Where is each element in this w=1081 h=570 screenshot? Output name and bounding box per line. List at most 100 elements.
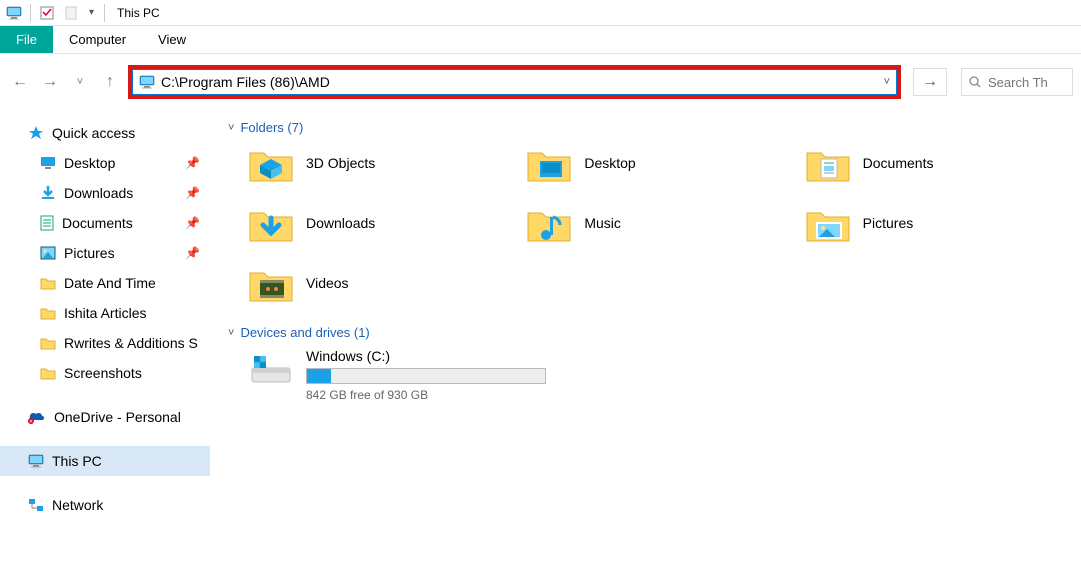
folder-label: Pictures	[863, 215, 914, 231]
sidebar-label: This PC	[52, 453, 102, 469]
folder-icon	[40, 336, 56, 350]
desktop-icon	[40, 156, 56, 170]
pictures-icon	[40, 246, 56, 260]
folder-label: Documents	[863, 155, 934, 171]
folders-group-header[interactable]: ˅ Folders (7)	[228, 120, 1063, 135]
separator	[30, 4, 31, 22]
tab-file[interactable]: File	[0, 26, 53, 53]
sidebar-item-documents[interactable]: Documents 📌	[0, 208, 210, 238]
desktop-folder-icon	[526, 143, 572, 183]
drive-windows-c[interactable]: Windows (C:) 842 GB free of 930 GB	[228, 348, 1063, 402]
group-label: Devices and drives (1)	[240, 325, 369, 340]
sidebar-item-folder[interactable]: Ishita Articles	[0, 298, 210, 328]
sidebar-label: Network	[52, 497, 103, 513]
search-icon	[968, 75, 982, 89]
blank-doc-icon[interactable]	[61, 3, 81, 23]
folder-videos[interactable]: Videos	[248, 263, 506, 303]
pc-icon	[28, 454, 44, 468]
pin-icon: 📌	[185, 216, 200, 230]
recent-dropdown[interactable]: ˅	[68, 70, 92, 94]
folder-label: 3D Objects	[306, 155, 375, 171]
documents-icon	[40, 215, 54, 231]
sidebar-onedrive[interactable]: ✕ OneDrive - Personal	[0, 402, 210, 432]
sidebar-item-pictures[interactable]: Pictures 📌	[0, 238, 210, 268]
dropdown-icon[interactable]: ▾	[89, 7, 94, 18]
drive-icon	[248, 348, 294, 388]
sidebar-label: Quick access	[52, 125, 135, 141]
back-button[interactable]: ←	[8, 70, 32, 94]
tab-view[interactable]: View	[142, 26, 202, 53]
sidebar-item-folder[interactable]: Screenshots	[0, 358, 210, 388]
sidebar-item-folder[interactable]: Date And Time	[0, 268, 210, 298]
drive-name: Windows (C:)	[306, 348, 546, 364]
svg-text:✕: ✕	[29, 419, 33, 424]
sidebar-item-label: Rwrites & Additions S	[64, 335, 198, 351]
drives-group-header[interactable]: ˅ Devices and drives (1)	[228, 325, 1063, 340]
capacity-bar	[306, 368, 546, 384]
videos-folder-icon	[248, 263, 294, 303]
up-button[interactable]: ↑	[98, 70, 122, 94]
sidebar-label: OneDrive - Personal	[54, 409, 181, 425]
sidebar-item-label: Ishita Articles	[64, 305, 146, 321]
forward-button[interactable]: →	[38, 70, 62, 94]
sidebar-item-label: Downloads	[64, 185, 133, 201]
address-bar-row: ← → ˅ ↑ ˅ →	[0, 54, 1081, 110]
sidebar-item-label: Date And Time	[64, 275, 156, 291]
folder-pictures[interactable]: Pictures	[805, 203, 1063, 243]
navigation-pane: Quick access Desktop 📌 Downloads 📌 Docum…	[0, 110, 210, 570]
search-input[interactable]	[988, 75, 1058, 90]
pc-icon	[139, 75, 155, 89]
tab-computer[interactable]: Computer	[53, 26, 142, 53]
folder-3d-objects[interactable]: 3D Objects	[248, 143, 506, 183]
sidebar-item-label: Desktop	[64, 155, 115, 171]
pc-icon[interactable]	[4, 3, 24, 23]
3d-objects-icon	[248, 143, 294, 183]
chevron-down-icon: ˅	[228, 327, 234, 339]
download-icon	[40, 185, 56, 201]
sidebar-item-folder[interactable]: Rwrites & Additions S	[0, 328, 210, 358]
folder-label: Music	[584, 215, 621, 231]
pin-icon: 📌	[185, 246, 200, 260]
title-bar: ▾ This PC	[0, 0, 1081, 26]
address-bar[interactable]: ˅	[132, 69, 897, 95]
chevron-down-icon: ˅	[228, 122, 234, 134]
window-title: This PC	[117, 6, 160, 20]
folder-icon	[40, 276, 56, 290]
sidebar-item-label: Screenshots	[64, 365, 142, 381]
folder-downloads[interactable]: Downloads	[248, 203, 506, 243]
address-input[interactable]	[161, 74, 872, 90]
capacity-fill	[307, 369, 331, 383]
folder-icon	[40, 306, 56, 320]
documents-folder-icon	[805, 143, 851, 183]
group-label: Folders (7)	[240, 120, 303, 135]
music-folder-icon	[526, 203, 572, 243]
folder-desktop[interactable]: Desktop	[526, 143, 784, 183]
address-dropdown-icon[interactable]: ˅	[884, 76, 890, 88]
folder-label: Desktop	[584, 155, 635, 171]
search-box[interactable]	[961, 68, 1073, 96]
content-pane: ˅ Folders (7) 3D Objects Desktop	[210, 110, 1081, 570]
go-button[interactable]: →	[913, 68, 947, 96]
sidebar-item-desktop[interactable]: Desktop 📌	[0, 148, 210, 178]
pin-icon: 📌	[185, 186, 200, 200]
folder-icon	[40, 366, 56, 380]
sidebar-item-label: Pictures	[64, 245, 115, 261]
sidebar-network[interactable]: Network	[0, 490, 210, 520]
folder-label: Downloads	[306, 215, 375, 231]
folders-grid: 3D Objects Desktop Documents	[228, 143, 1063, 303]
sidebar-quick-access[interactable]: Quick access	[0, 118, 210, 148]
folder-documents[interactable]: Documents	[805, 143, 1063, 183]
network-icon	[28, 498, 44, 512]
sidebar-item-label: Documents	[62, 215, 133, 231]
sidebar-item-downloads[interactable]: Downloads 📌	[0, 178, 210, 208]
main-area: Quick access Desktop 📌 Downloads 📌 Docum…	[0, 110, 1081, 570]
properties-icon[interactable]	[37, 3, 57, 23]
downloads-folder-icon	[248, 203, 294, 243]
onedrive-icon: ✕	[28, 410, 46, 424]
separator	[104, 4, 105, 22]
folder-music[interactable]: Music	[526, 203, 784, 243]
ribbon-tabs: File Computer View	[0, 26, 1081, 54]
drive-info: Windows (C:) 842 GB free of 930 GB	[306, 348, 546, 402]
drive-subtext: 842 GB free of 930 GB	[306, 388, 546, 402]
sidebar-this-pc[interactable]: This PC	[0, 446, 210, 476]
